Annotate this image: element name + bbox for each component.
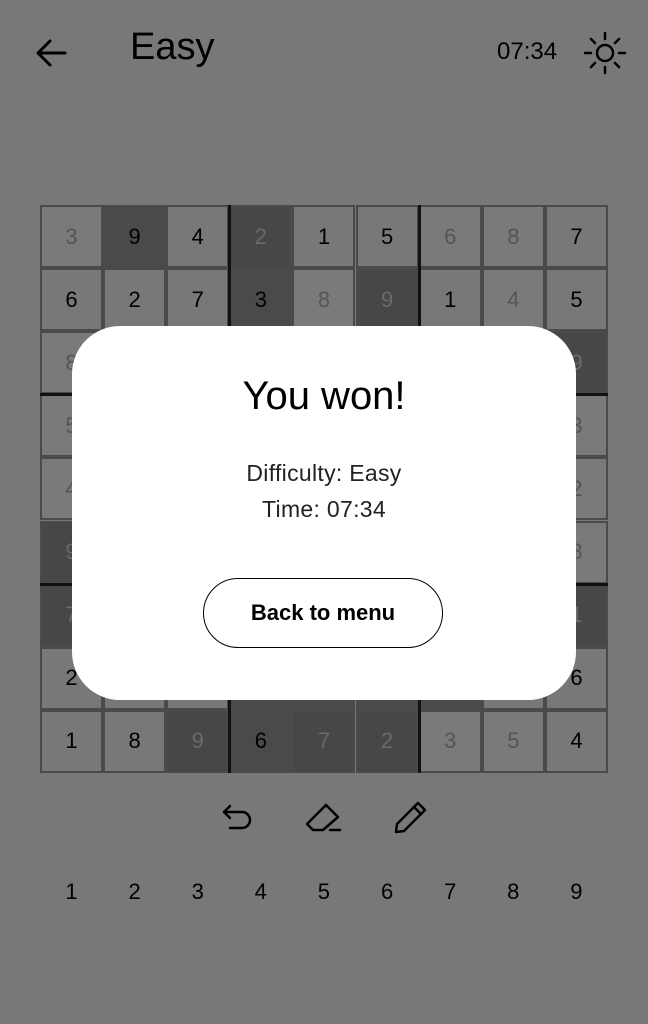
sudoku-cell[interactable]: 6 [229,709,293,773]
number-button[interactable]: 6 [356,872,419,912]
number-button[interactable]: 3 [166,872,229,912]
sudoku-cell[interactable]: 8 [103,709,167,773]
sudoku-cell[interactable]: 9 [103,205,167,269]
time-text: Time: 07:34 [262,496,386,522]
dialog-title: You won! [242,374,406,418]
difficulty-text: Difficulty: Easy [246,460,402,486]
sudoku-cell[interactable]: 9 [355,268,419,332]
sun-icon [583,31,627,75]
page-title: Easy [130,26,215,68]
theme-toggle-button[interactable] [582,30,628,76]
sudoku-cell[interactable]: 3 [40,205,104,269]
sudoku-cell[interactable]: 1 [40,709,104,773]
sudoku-cell[interactable]: 2 [355,709,419,773]
sudoku-cell[interactable]: 7 [292,709,356,773]
number-pad: 123456789 [40,872,608,912]
sudoku-cell[interactable]: 7 [166,268,230,332]
top-bar: Easy 07:34 [0,0,648,104]
sudoku-cell[interactable]: 1 [292,205,356,269]
pencil-button[interactable] [388,796,432,840]
sudoku-cell[interactable]: 7 [544,205,608,269]
sudoku-cell[interactable]: 3 [229,268,293,332]
sudoku-cell[interactable]: 3 [418,709,482,773]
sudoku-cell[interactable]: 6 [40,268,104,332]
back-button[interactable] [30,32,72,74]
eraser-icon [305,803,342,832]
sudoku-cell[interactable]: 8 [292,268,356,332]
undo-button[interactable] [216,796,260,840]
number-button[interactable]: 8 [482,872,545,912]
sudoku-cell[interactable]: 2 [229,205,293,269]
sudoku-cell[interactable]: 4 [166,205,230,269]
game-timer: 07:34 [497,38,558,65]
sudoku-cell[interactable]: 4 [481,268,545,332]
tool-bar [0,796,648,840]
number-button[interactable]: 9 [545,872,608,912]
number-button[interactable]: 1 [40,872,103,912]
sudoku-cell[interactable]: 5 [481,709,545,773]
number-button[interactable]: 7 [419,872,482,912]
sudoku-cell[interactable]: 5 [355,205,419,269]
number-button[interactable]: 5 [292,872,355,912]
pencil-icon [394,801,427,834]
sudoku-cell[interactable]: 8 [481,205,545,269]
sudoku-cell[interactable]: 6 [418,205,482,269]
arrow-left-icon [36,39,67,67]
sudoku-cell[interactable]: 4 [544,709,608,773]
number-button[interactable]: 4 [229,872,292,912]
undo-icon [222,804,252,830]
sudoku-cell[interactable]: 2 [103,268,167,332]
sudoku-cell[interactable]: 1 [418,268,482,332]
back-to-menu-button[interactable]: Back to menu [203,578,443,648]
eraser-button[interactable] [302,796,346,840]
number-button[interactable]: 2 [103,872,166,912]
sudoku-cell[interactable]: 5 [544,268,608,332]
win-dialog: You won! Difficulty: Easy Time: 07:34 Ba… [72,326,576,700]
sudoku-cell[interactable]: 9 [166,709,230,773]
